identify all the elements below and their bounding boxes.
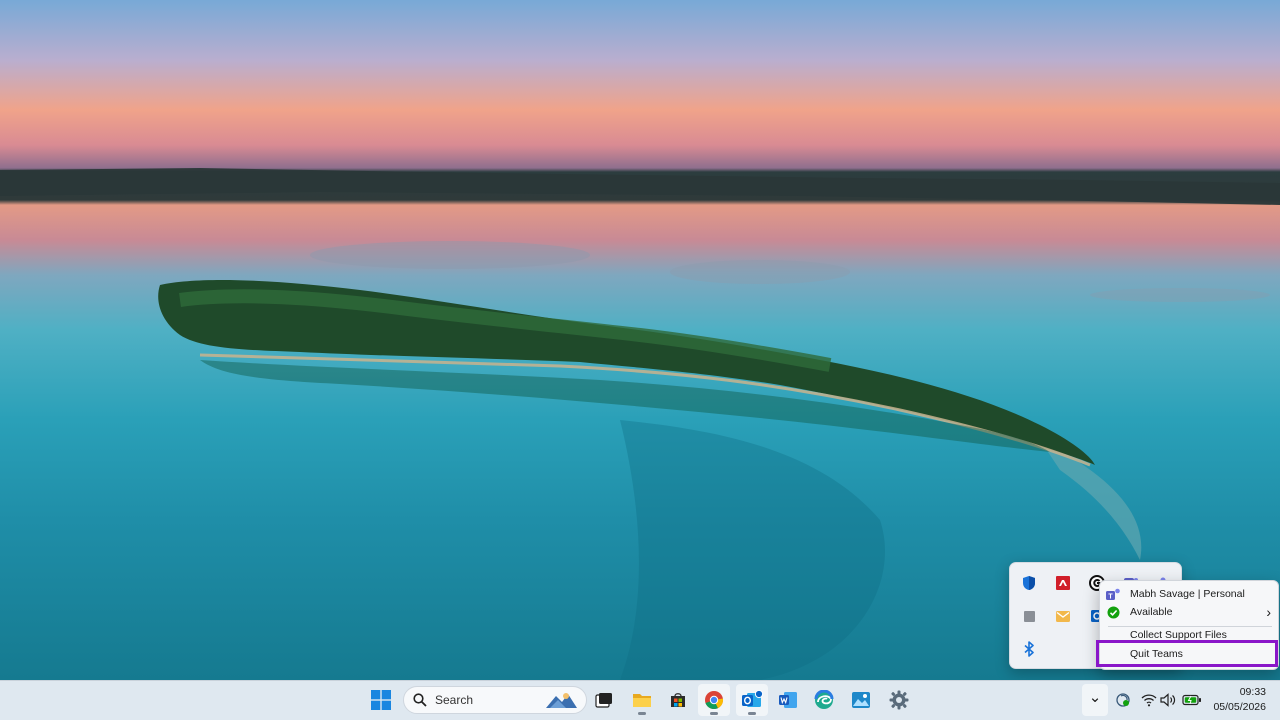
clock-date: 05/05/2026 xyxy=(1213,701,1266,713)
photos-button[interactable] xyxy=(845,684,877,716)
start-button[interactable] xyxy=(365,684,397,716)
battery-charging-icon[interactable] xyxy=(1181,691,1203,709)
word-button[interactable] xyxy=(772,684,804,716)
mail-envelope-icon[interactable] xyxy=(1053,606,1073,626)
wifi-icon[interactable] xyxy=(1140,691,1158,709)
svg-text:T: T xyxy=(1108,593,1113,600)
file-explorer-icon xyxy=(633,694,651,707)
bluetooth-icon[interactable] xyxy=(1019,639,1039,659)
settings-button[interactable] xyxy=(883,684,915,716)
task-view-button[interactable] xyxy=(588,684,620,716)
status-label: Available xyxy=(1130,606,1173,618)
clock-time: 09:33 xyxy=(1239,686,1266,698)
teams-presence-tray-icon[interactable] xyxy=(1114,691,1132,709)
edge-icon xyxy=(814,690,834,709)
microsoft-store-button[interactable] xyxy=(662,684,694,716)
outlook-button[interactable] xyxy=(736,684,768,716)
microsoft-store-icon xyxy=(671,693,685,707)
menu-separator xyxy=(1108,626,1272,627)
chrome-button[interactable] xyxy=(698,684,730,716)
chrome-icon xyxy=(705,691,724,710)
taskbar-search-box[interactable]: Search xyxy=(403,686,587,714)
volume-icon[interactable] xyxy=(1159,691,1177,709)
edge-button[interactable] xyxy=(808,684,840,716)
running-indicator xyxy=(638,712,646,715)
teams-icon: T xyxy=(1106,587,1120,601)
available-status-icon xyxy=(1106,605,1120,619)
file-explorer-button[interactable] xyxy=(626,684,658,716)
account-menu-item[interactable]: T Mabh Savage | Personal xyxy=(1100,585,1280,603)
settings-gear-icon xyxy=(889,690,909,710)
chevron-down-icon: ⌄ xyxy=(1088,688,1102,706)
windows-logo-icon xyxy=(371,690,391,710)
account-label: Mabh Savage | Personal xyxy=(1130,588,1245,600)
defender-shield-icon[interactable] xyxy=(1019,573,1039,593)
search-label: Search xyxy=(435,693,474,707)
chevron-right-icon: › xyxy=(1266,604,1271,620)
photos-icon xyxy=(852,692,870,708)
running-indicator xyxy=(710,712,718,715)
status-menu-item[interactable]: Available › xyxy=(1100,603,1280,621)
show-hidden-icons-button[interactable]: ⌄ xyxy=(1082,684,1108,716)
taskbar-clock[interactable]: 09:33 05/05/2026 xyxy=(1208,685,1266,715)
task-view-icon xyxy=(595,693,612,708)
app-square-icon[interactable] xyxy=(1019,606,1039,626)
search-icon xyxy=(413,693,427,707)
support-label: Collect Support Files xyxy=(1130,629,1227,640)
quit-teams-highlight xyxy=(1096,640,1278,667)
running-indicator xyxy=(748,712,756,715)
search-highlight-icon xyxy=(546,693,577,708)
amd-icon[interactable] xyxy=(1053,573,1073,593)
collect-support-files-menu-item[interactable]: Collect Support Files xyxy=(1100,628,1280,640)
outlook-icon xyxy=(742,690,763,707)
word-icon xyxy=(779,692,797,708)
